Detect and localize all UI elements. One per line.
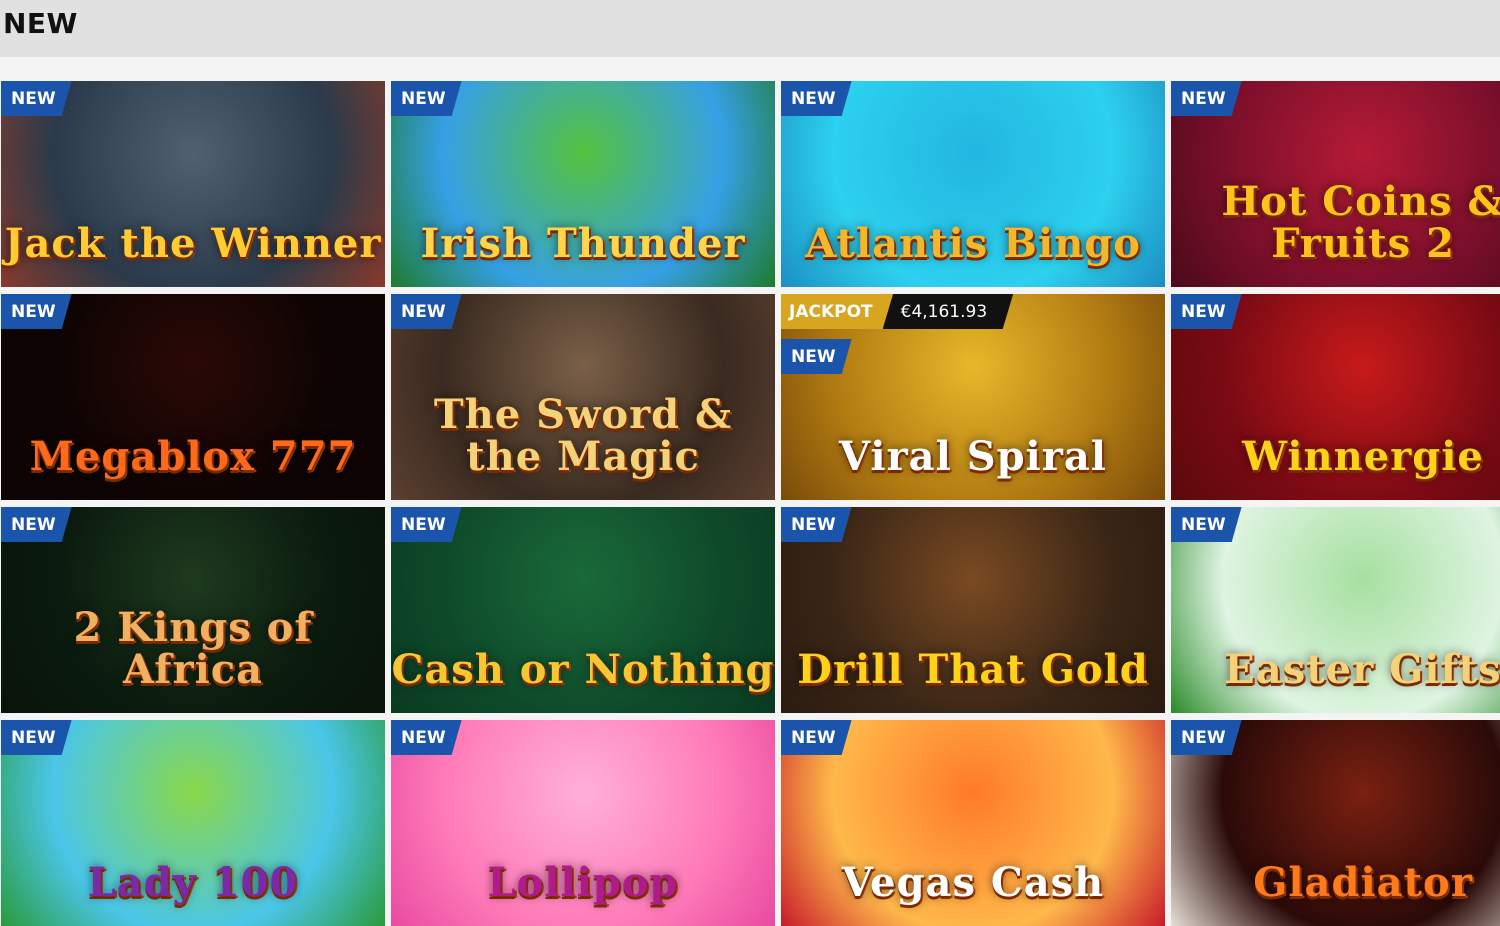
game-title: Megablox 777 <box>29 433 357 480</box>
game-tile[interactable]: 2 Kings of Africa NEW <box>1 507 385 713</box>
game-title: Atlantis Bingo <box>805 220 1141 267</box>
game-tile[interactable]: Gladiator NEW <box>1171 720 1500 926</box>
section-title: NEW <box>3 7 78 40</box>
new-badge: NEW <box>1 294 72 329</box>
game-title: Drill That Gold <box>797 646 1149 693</box>
game-tile[interactable]: The Sword & the Magic NEW <box>391 294 775 500</box>
game-title: Jack the Winner <box>4 220 382 267</box>
jackpot-label: JACKPOT <box>781 294 893 329</box>
game-tile[interactable]: Lady 100 NEW <box>1 720 385 926</box>
new-badge: NEW <box>1 81 72 116</box>
game-title: Cash or Nothing <box>391 646 775 693</box>
game-title: Winnergie <box>1242 433 1484 480</box>
game-title: The Sword & the Magic <box>433 391 733 480</box>
game-tile[interactable]: Megablox 777 NEW <box>1 294 385 500</box>
new-badge: NEW <box>1171 507 1242 542</box>
game-title: Lollipop <box>487 859 679 906</box>
new-badge: NEW <box>781 507 852 542</box>
jackpot-badge: JACKPOT €4,161.93 <box>781 294 1014 329</box>
new-badge: NEW <box>1171 81 1242 116</box>
game-tile[interactable]: Irish Thunder NEW <box>391 81 775 287</box>
game-title: Viral Spiral <box>839 433 1107 480</box>
game-tile[interactable]: Hot Coins & Fruits 2 NEW <box>1171 81 1500 287</box>
game-title: Irish Thunder <box>420 220 746 267</box>
section-header: NEW <box>0 0 1500 57</box>
game-tile[interactable]: Lollipop NEW <box>391 720 775 926</box>
game-tile[interactable]: Jack the Winner NEW <box>1 81 385 287</box>
new-badge: NEW <box>1 720 72 755</box>
game-title: Easter Gifts <box>1224 646 1500 693</box>
game-tile[interactable]: Viral Spiral JACKPOT €4,161.93 NEW <box>781 294 1165 500</box>
game-title: Lady 100 <box>87 859 299 906</box>
game-tile[interactable]: Drill That Gold NEW <box>781 507 1165 713</box>
new-badge: NEW <box>1171 720 1242 755</box>
game-tile[interactable]: Cash or Nothing NEW <box>391 507 775 713</box>
new-badge: NEW <box>781 720 852 755</box>
new-badge: NEW <box>1171 294 1242 329</box>
jackpot-amount: €4,161.93 <box>882 294 1014 329</box>
game-title: Gladiator <box>1253 859 1473 906</box>
game-tile[interactable]: Vegas Cash NEW <box>781 720 1165 926</box>
game-tile[interactable]: Easter Gifts NEW <box>1171 507 1500 713</box>
game-tile[interactable]: Atlantis Bingo NEW <box>781 81 1165 287</box>
new-badge: NEW <box>781 339 852 374</box>
new-badge: NEW <box>391 720 462 755</box>
new-badge: NEW <box>391 507 462 542</box>
new-badge: NEW <box>391 81 462 116</box>
new-badge: NEW <box>1 507 72 542</box>
game-grid: Jack the Winner NEW Irish Thunder NEW Atlant… <box>1 81 1500 926</box>
new-badge: NEW <box>391 294 462 329</box>
game-tile[interactable]: Winnergie NEW <box>1171 294 1500 500</box>
game-title: Hot Coins & Fruits 2 <box>1221 178 1500 267</box>
game-title: Vegas Cash <box>841 859 1105 906</box>
new-badge: NEW <box>781 81 852 116</box>
game-title: 2 Kings of Africa <box>73 604 313 693</box>
